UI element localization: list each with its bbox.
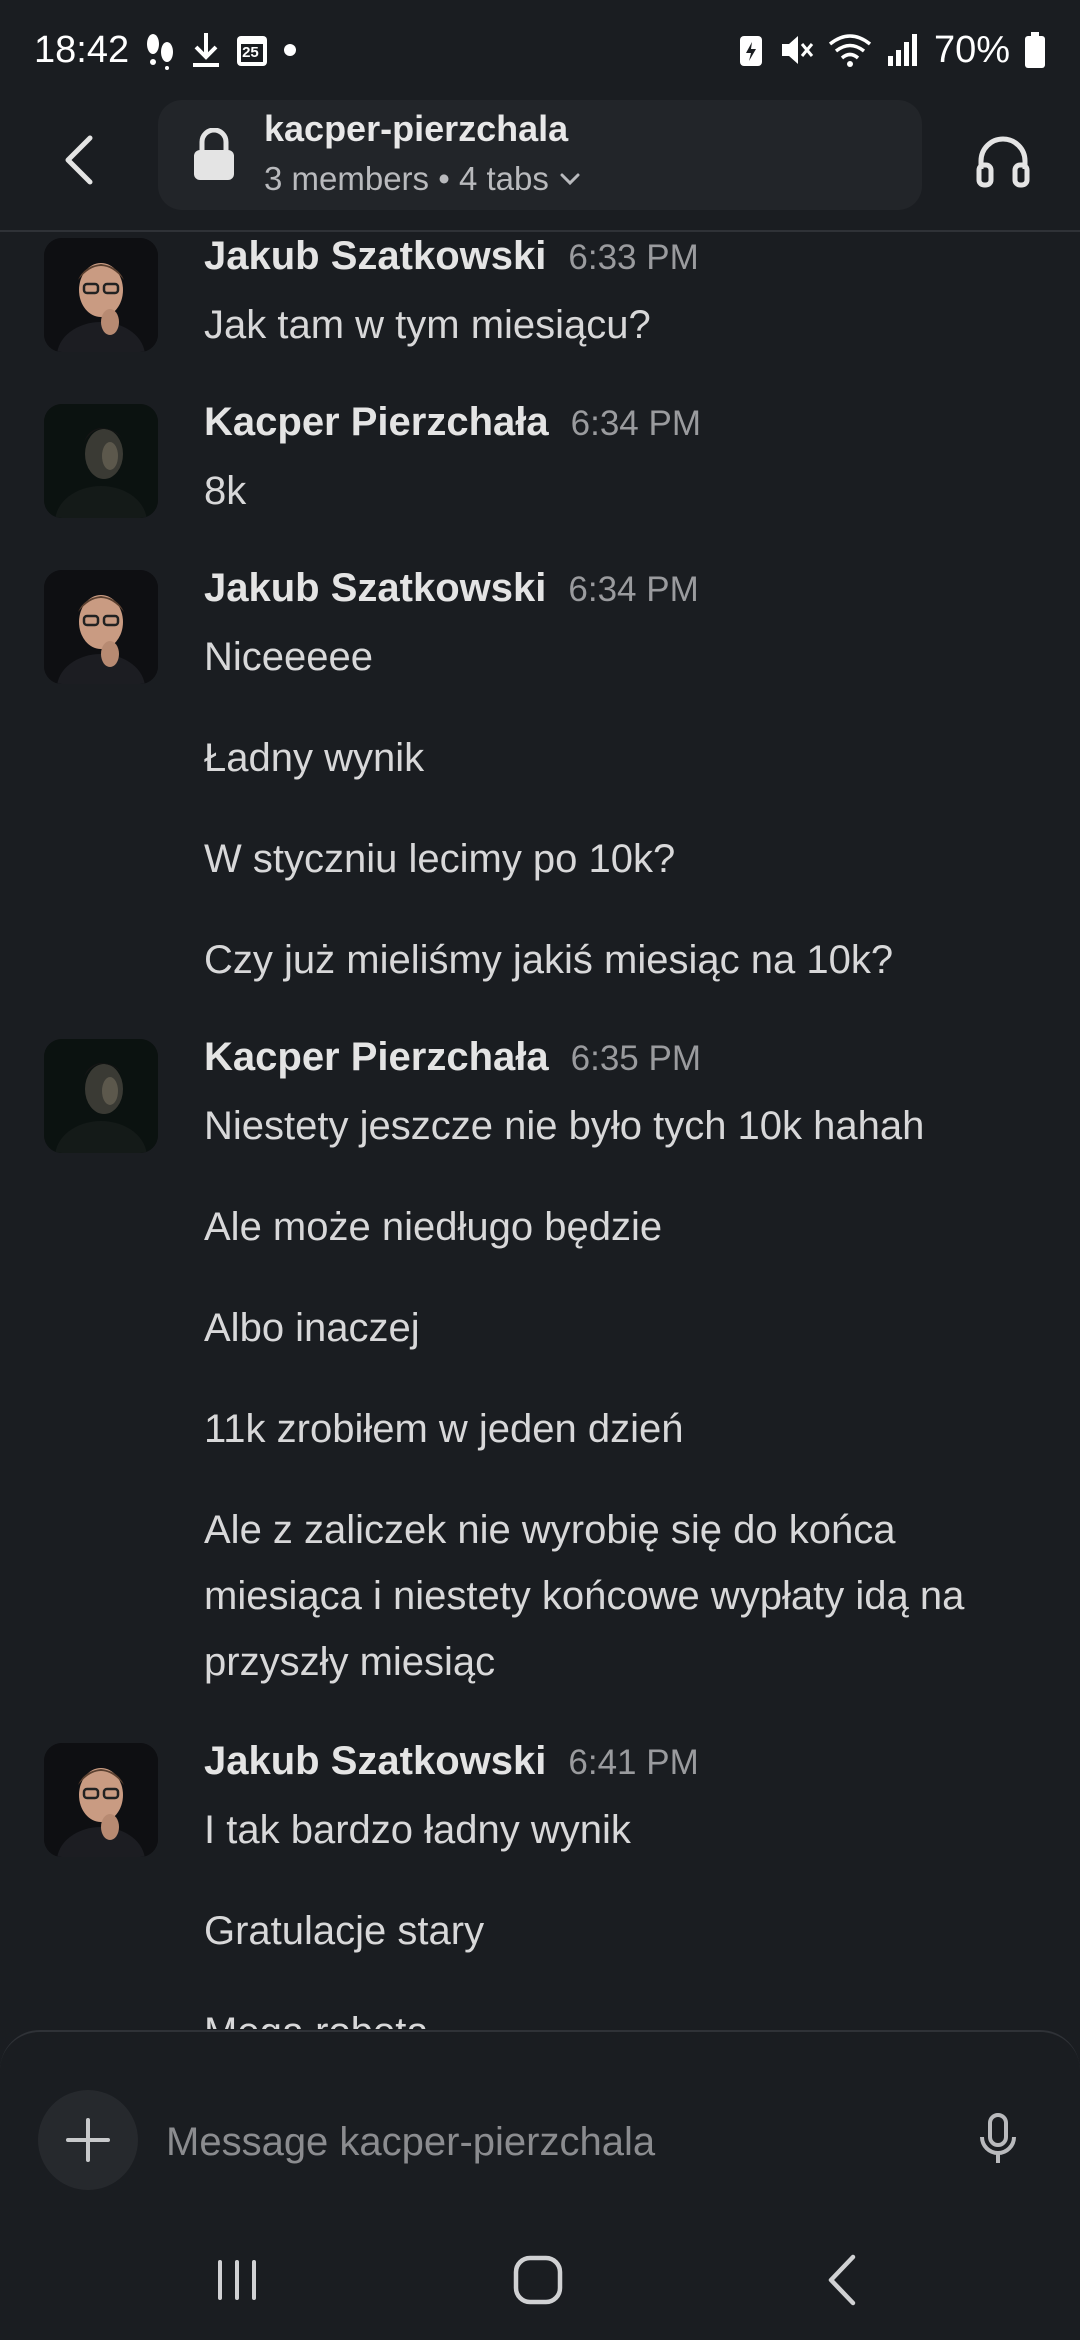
author-name: Jakub Szatkowski	[204, 234, 547, 278]
chevron-left-icon	[65, 135, 93, 185]
message-time: 6:41 PM	[568, 1743, 699, 1782]
message-text: Mega robota	[204, 1999, 1034, 2029]
message-author[interactable]: Jakub Szatkowski 6:41 PM	[204, 1739, 699, 1784]
dot-icon	[283, 43, 297, 57]
add-attachment-button[interactable]	[38, 2090, 138, 2190]
back-button[interactable]	[48, 128, 112, 192]
calendar-icon: 25	[235, 32, 269, 68]
plus-icon	[66, 2118, 110, 2162]
mute-icon	[778, 32, 814, 68]
download-icon	[191, 31, 221, 69]
home-icon	[513, 2255, 563, 2305]
author-name: Kacper Pierzchała	[204, 1035, 549, 1079]
message-list[interactable]: Jakub Szatkowski 6:33 PM Jak tam w tym mi…	[0, 234, 1080, 2029]
message-text: Ale może niedługo będzie	[204, 1205, 663, 1249]
message-text: Ładny wynik	[204, 736, 425, 780]
message-text: Czy już mieliśmy jakiś miesiąc na 10k?	[204, 938, 894, 982]
status-time: 18:42	[34, 28, 130, 71]
message-text: 8k	[204, 469, 247, 513]
battery-saver-icon	[738, 32, 764, 68]
footsteps-icon	[143, 30, 177, 70]
author-name: Jakub Szatkowski	[204, 1739, 547, 1783]
signal-icon	[886, 32, 920, 68]
avatar-jakub[interactable]	[44, 570, 158, 684]
lock-icon	[192, 127, 236, 187]
message-text: Ale z zaliczek nie wyrobię się do końca …	[204, 1508, 965, 1684]
message-text: Niestety jeszcze nie było tych 10k hahah	[204, 1104, 925, 1148]
home-button[interactable]	[503, 2245, 573, 2315]
avatar-jakub[interactable]	[44, 1743, 158, 1857]
calendar-day: 25	[242, 44, 259, 61]
avatar-jakub[interactable]	[44, 238, 158, 352]
channel-meta-text: 3 members • 4 tabs	[264, 160, 549, 197]
message-time: 6:34 PM	[568, 570, 699, 609]
system-back-button[interactable]	[808, 2245, 878, 2315]
message-text: Gratulacje stary	[204, 1909, 485, 1953]
recent-apps-icon	[218, 2260, 256, 2300]
back-arrow-icon	[828, 2254, 856, 2306]
message-time: 6:35 PM	[570, 1039, 701, 1078]
status-bar: 18:42 25 70%	[0, 0, 1080, 100]
recent-apps-button[interactable]	[202, 2245, 272, 2315]
system-nav-bar	[0, 2210, 1080, 2340]
channel-header: kacper-pierzchala 3 members • 4 tabs	[0, 100, 1080, 232]
message-author[interactable]: Kacper Pierzchała 6:34 PM	[204, 400, 701, 445]
channel-meta: 3 members • 4 tabs	[264, 160, 583, 198]
chevron-down-icon	[560, 173, 580, 186]
message-time: 6:34 PM	[570, 404, 701, 443]
battery-percent: 70%	[933, 28, 1010, 71]
status-right: 70%	[738, 29, 1046, 72]
voice-message-button[interactable]	[966, 2108, 1030, 2172]
huddle-button[interactable]	[968, 126, 1038, 196]
message-text: I tak bardzo ładny wynik	[204, 1808, 631, 1852]
message-text: W styczniu lecimy po 10k?	[204, 837, 676, 881]
avatar-kacper[interactable]	[44, 1039, 158, 1153]
message-text: 11k zrobiłem w jeden dzień	[204, 1407, 684, 1451]
headphones-icon	[976, 136, 1030, 188]
message-input[interactable]	[166, 2102, 926, 2182]
message-author[interactable]: Jakub Szatkowski 6:34 PM	[204, 566, 699, 611]
author-name: Kacper Pierzchała	[204, 400, 549, 444]
author-name: Jakub Szatkowski	[204, 566, 547, 610]
avatar-kacper[interactable]	[44, 404, 158, 518]
message-text: Albo inaczej	[204, 1306, 420, 1350]
message-text: Niceeeee	[204, 635, 374, 679]
status-left: 18:42 25	[34, 29, 297, 72]
microphone-icon	[980, 2113, 1016, 2163]
message-author[interactable]: Kacper Pierzchała 6:35 PM	[204, 1035, 701, 1080]
wifi-icon	[828, 32, 872, 68]
channel-name: kacper-pierzchala	[264, 108, 569, 149]
message-time: 6:33 PM	[568, 238, 699, 277]
battery-icon	[1024, 31, 1046, 69]
message-author[interactable]: Jakub Szatkowski 6:33 PM	[204, 234, 699, 279]
message-text: Jak tam w tym miesiącu?	[204, 303, 651, 347]
channel-info-pill[interactable]: kacper-pierzchala 3 members • 4 tabs	[158, 100, 922, 210]
